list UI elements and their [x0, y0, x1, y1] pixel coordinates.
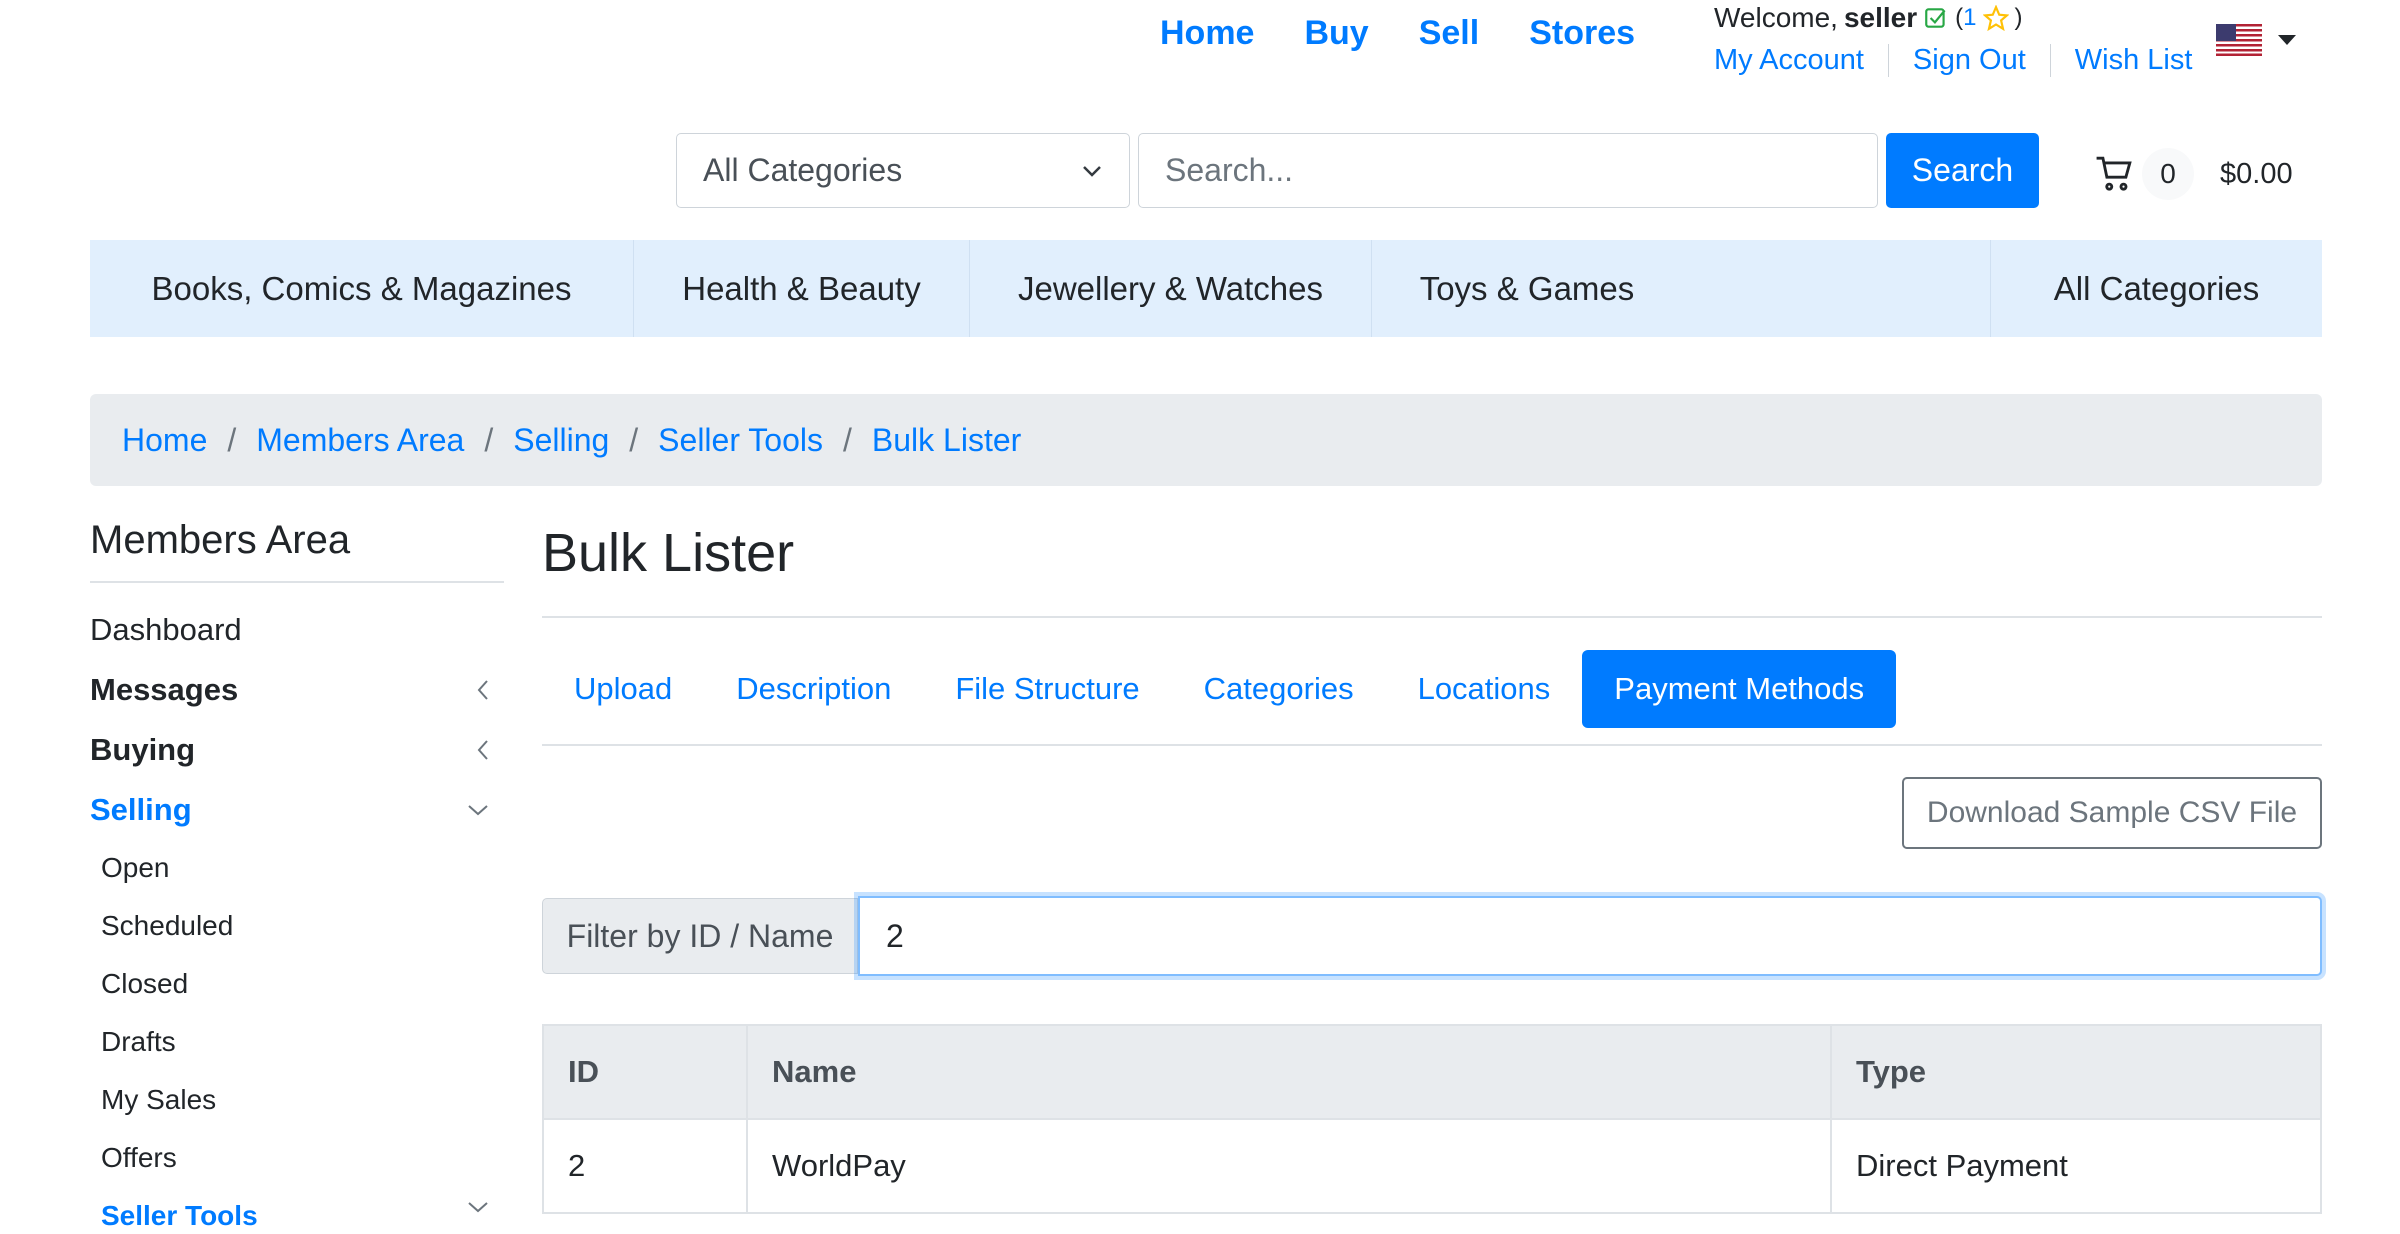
star-icon	[1982, 5, 2009, 31]
chevron-down-icon	[1083, 165, 1101, 177]
sidebar-item-selling[interactable]: Selling	[90, 792, 504, 828]
divider	[542, 744, 2322, 746]
column-header-type[interactable]: Type	[1830, 1024, 2322, 1120]
caret-down-icon	[2278, 35, 2296, 45]
tab-description[interactable]: Description	[704, 650, 923, 728]
sidebar-sub-drafts[interactable]: Drafts	[101, 1026, 176, 1058]
sidebar-item-dashboard[interactable]: Dashboard	[90, 612, 504, 648]
filter-label: Filter by ID / Name	[542, 898, 858, 974]
category-select-value: All Categories	[703, 152, 903, 188]
page-title: Bulk Lister	[542, 523, 795, 583]
nav-stores-link[interactable]: Stores	[1529, 14, 1635, 53]
my-account-link[interactable]: My Account	[1714, 44, 1888, 77]
filter-input[interactable]	[858, 896, 2322, 976]
cell-id: 2	[542, 1118, 748, 1214]
cart-count: 0	[2142, 148, 2194, 200]
breadcrumb-selling[interactable]: Selling	[513, 422, 609, 459]
tab-upload[interactable]: Upload	[542, 650, 704, 728]
verified-check-icon	[1923, 5, 1949, 31]
column-header-id[interactable]: ID	[542, 1024, 748, 1120]
cell-name: WorldPay	[746, 1118, 1832, 1214]
welcome-prefix: Welcome,	[1714, 2, 1838, 33]
wish-list-link[interactable]: Wish List	[2049, 44, 2217, 77]
divider	[542, 616, 2322, 618]
welcome-message: Welcome, seller (1 )	[1714, 2, 2023, 34]
language-selector[interactable]	[2216, 24, 2296, 56]
breadcrumb: Home / Members Area / Selling / Seller T…	[90, 394, 2322, 486]
breadcrumb-home[interactable]: Home	[122, 422, 207, 459]
tab-locations[interactable]: Locations	[1386, 650, 1583, 728]
sidebar-sub-offers[interactable]: Offers	[101, 1142, 177, 1174]
us-flag-icon	[2216, 24, 2262, 56]
search-button[interactable]: Search	[1886, 133, 2039, 208]
category-bar: Books, Comics & Magazines Health & Beaut…	[90, 240, 2322, 337]
sidebar-sub-closed[interactable]: Closed	[101, 968, 188, 1000]
cell-type: Direct Payment	[1830, 1118, 2322, 1214]
category-books[interactable]: Books, Comics & Magazines	[90, 240, 634, 337]
category-select[interactable]: All Categories	[676, 133, 1130, 208]
breadcrumb-members-area[interactable]: Members Area	[256, 422, 464, 459]
top-nav: Home Buy Sell Stores	[1160, 14, 1635, 53]
tab-payment-methods[interactable]: Payment Methods	[1582, 650, 1897, 728]
sidebar: Members Area Dashboard Messages Buying S…	[90, 518, 504, 1231]
sidebar-sub-my-sales[interactable]: My Sales	[101, 1084, 216, 1116]
table-row[interactable]: 2 WorldPay Direct Payment	[542, 1118, 2322, 1214]
tab-categories[interactable]: Categories	[1172, 650, 1386, 728]
sidebar-item-buying[interactable]: Buying	[90, 732, 504, 768]
tab-file-structure[interactable]: File Structure	[923, 650, 1171, 728]
payment-methods-table: ID Name Type 2 WorldPay Direct Payment	[542, 1024, 2322, 1214]
breadcrumb-seller-tools[interactable]: Seller Tools	[658, 422, 823, 459]
category-all[interactable]: All Categories	[1990, 240, 2322, 337]
cart-total: $0.00	[2220, 157, 2293, 190]
nav-sell-link[interactable]: Sell	[1419, 14, 1479, 53]
category-toys-games[interactable]: Toys & Games	[1372, 240, 1682, 337]
chevron-down-icon	[466, 803, 490, 817]
sidebar-sub-open[interactable]: Open	[101, 852, 170, 884]
cart[interactable]: 0 $0.00	[2094, 148, 2293, 200]
sidebar-sub-scheduled[interactable]: Scheduled	[101, 910, 233, 942]
download-sample-csv-button[interactable]: Download Sample CSV File	[1902, 777, 2322, 849]
sidebar-title: Members Area	[90, 518, 504, 583]
tab-bar: Upload Description File Structure Catego…	[542, 650, 1897, 728]
sign-out-link[interactable]: Sign Out	[1887, 44, 2050, 77]
feedback-score[interactable]: (1	[1955, 4, 1976, 32]
sidebar-sub-seller-tools[interactable]: Seller Tools	[101, 1200, 504, 1232]
table-header-row: ID Name Type	[542, 1024, 2322, 1120]
nav-buy-link[interactable]: Buy	[1304, 14, 1368, 53]
breadcrumb-bulk-lister[interactable]: Bulk Lister	[872, 422, 1021, 459]
sidebar-item-messages[interactable]: Messages	[90, 672, 504, 708]
chevron-down-icon	[466, 1200, 490, 1232]
search-input[interactable]	[1138, 133, 1878, 208]
chevron-left-icon	[476, 738, 490, 762]
cart-icon	[2096, 156, 2132, 191]
nav-home-link[interactable]: Home	[1160, 14, 1254, 53]
category-health-beauty[interactable]: Health & Beauty	[634, 240, 970, 337]
account-links: My Account Sign Out Wish List	[1714, 44, 2216, 77]
username[interactable]: seller	[1844, 2, 1917, 34]
chevron-left-icon	[476, 678, 490, 702]
category-jewellery-watches[interactable]: Jewellery & Watches	[970, 240, 1372, 337]
column-header-name[interactable]: Name	[746, 1024, 1832, 1120]
feedback-count: 1	[1963, 4, 1977, 31]
